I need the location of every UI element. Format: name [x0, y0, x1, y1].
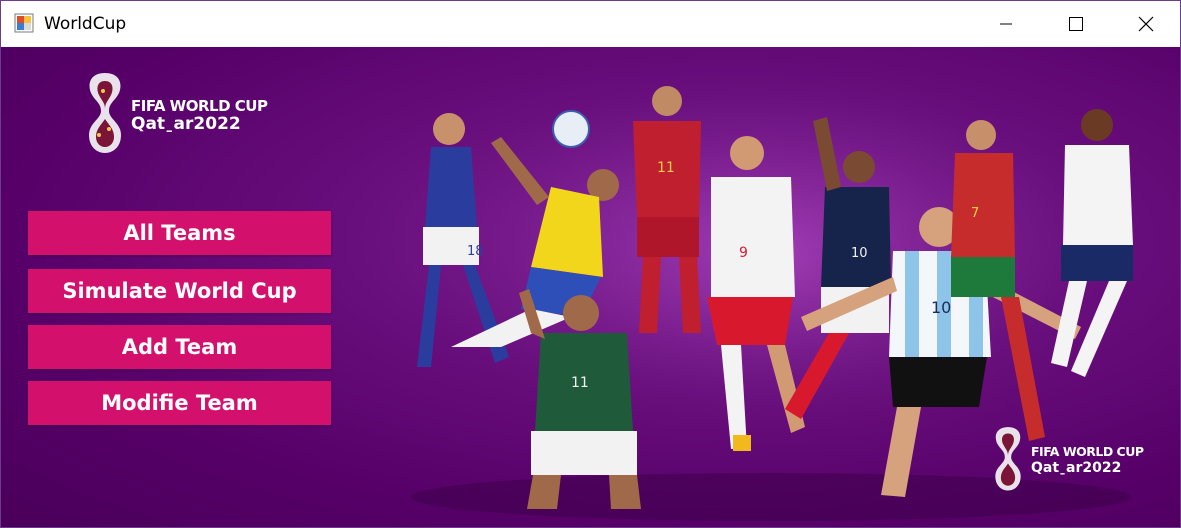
fifa-world-cup-logo: FIFA WORLD CUP Qatˍar2022: [81, 69, 281, 155]
world-cup-emblem-small-icon: [995, 427, 1021, 491]
maximize-button[interactable]: [1041, 1, 1111, 47]
minimize-button[interactable]: [971, 1, 1041, 47]
maximize-icon: [1069, 17, 1083, 31]
title-bar: WorldCup: [1, 1, 1180, 47]
window-title: WorldCup: [44, 14, 127, 34]
minimize-icon: [1000, 23, 1012, 25]
fifa-world-cup-logo-small: FIFA WORLD CUP Qatˍar2022: [989, 423, 1159, 493]
logo-small-title: FIFA WORLD CUP: [1031, 444, 1144, 459]
player-france-number: 10: [851, 246, 868, 261]
world-cup-emblem-icon: [89, 73, 121, 153]
player-saudi-number: 11: [571, 375, 589, 391]
player-argentina-number: 10: [931, 298, 951, 317]
modify-team-button[interactable]: Modifie Team: [28, 381, 331, 425]
player-poland-number: 9: [739, 245, 748, 261]
app-icon: [14, 13, 34, 33]
close-icon: [1138, 16, 1154, 32]
close-button[interactable]: [1111, 1, 1180, 47]
main-panel: FIFA WORLD CUP Qatˍar2022 All Teams Simu…: [1, 47, 1180, 527]
logo-small-subtitle: Qatˍar2022: [1031, 460, 1122, 476]
player-spain-number: 11: [657, 160, 675, 176]
app-window: WorldCup FIFA WORLD CUP Qatˍar2022 All T…: [0, 0, 1181, 528]
logo-text: FIFA WORLD CUP Qatˍar2022: [131, 97, 268, 134]
all-teams-button[interactable]: All Teams: [28, 211, 331, 255]
logo-title: FIFA WORLD CUP: [131, 97, 268, 115]
logo-small-text: FIFA WORLD CUP Qatˍar2022: [1031, 444, 1144, 476]
player-portugal-number: 7: [971, 206, 979, 221]
player-japan-number: 18: [467, 244, 484, 259]
simulate-world-cup-button[interactable]: Simulate World Cup: [28, 269, 331, 313]
logo-subtitle: Qatˍar2022: [131, 114, 241, 134]
add-team-button[interactable]: Add Team: [28, 325, 331, 369]
